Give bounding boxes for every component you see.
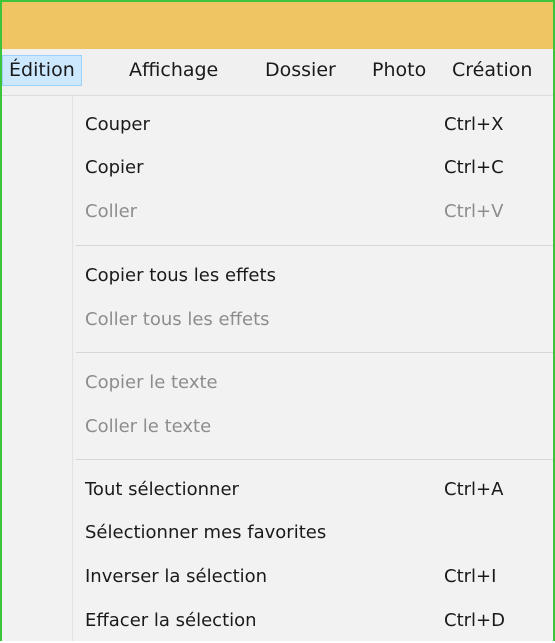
menu-item-coller-le-texte[interactable]: Coller le texte <box>72 406 553 448</box>
menu-item-coller-tous-les-effets[interactable]: Coller tous les effets <box>72 299 553 341</box>
menu-item-couper[interactable]: Couper Ctrl+X <box>72 104 553 146</box>
menu-item-copier[interactable]: Copier Ctrl+C <box>72 147 553 189</box>
menu-item-label: Copier <box>85 157 144 178</box>
menu-dossier[interactable]: Dossier <box>259 55 342 86</box>
menu-item-shortcut: Ctrl+A <box>444 479 504 500</box>
menu-separator <box>76 352 553 353</box>
menu-item-inverser-la-selection[interactable]: Inverser la sélection Ctrl+I <box>72 556 553 598</box>
menu-creation[interactable]: Création <box>446 55 538 86</box>
menu-separator <box>76 459 553 460</box>
menu-item-shortcut: Ctrl+C <box>444 157 504 178</box>
menu-separator <box>76 245 553 246</box>
menu-item-copier-le-texte[interactable]: Copier le texte <box>72 362 553 404</box>
edition-dropdown-menu: Couper Ctrl+X Copier Ctrl+C Coller Ctrl+… <box>2 96 553 641</box>
menu-item-effacer-la-selection[interactable]: Effacer la sélection Ctrl+D <box>72 600 553 641</box>
menu-item-label: Coller <box>85 201 138 222</box>
menu-item-shortcut: Ctrl+V <box>444 201 504 222</box>
menu-item-label: Coller tous les effets <box>85 309 270 330</box>
menu-edition[interactable]: Édition <box>2 55 82 86</box>
menu-item-label: Tout sélectionner <box>85 479 239 500</box>
title-bar <box>2 2 553 49</box>
menu-item-coller[interactable]: Coller Ctrl+V <box>72 191 553 233</box>
menu-item-label: Coller le texte <box>85 416 212 437</box>
app-window: Édition Affichage Dossier Photo Création… <box>0 0 555 641</box>
menu-item-label: Inverser la sélection <box>85 566 268 587</box>
menu-item-shortcut: Ctrl+D <box>444 610 505 631</box>
menu-bar: Édition Affichage Dossier Photo Création <box>2 49 553 96</box>
menu-photo[interactable]: Photo <box>366 55 432 86</box>
menu-item-label: Effacer la sélection <box>85 610 257 631</box>
menu-item-tout-selectionner[interactable]: Tout sélectionner Ctrl+A <box>72 469 553 511</box>
menu-item-copier-tous-les-effets[interactable]: Copier tous les effets <box>72 255 553 297</box>
menu-item-label: Couper <box>85 114 150 135</box>
menu-item-shortcut: Ctrl+I <box>444 566 497 587</box>
menu-item-label: Sélectionner mes favorites <box>85 522 327 543</box>
menu-item-selectionner-mes-favorites[interactable]: Sélectionner mes favorites <box>72 512 553 554</box>
menu-item-shortcut: Ctrl+X <box>444 114 504 135</box>
menu-affichage[interactable]: Affichage <box>123 55 224 86</box>
menu-item-label: Copier le texte <box>85 372 218 393</box>
menu-item-label: Copier tous les effets <box>85 265 276 286</box>
